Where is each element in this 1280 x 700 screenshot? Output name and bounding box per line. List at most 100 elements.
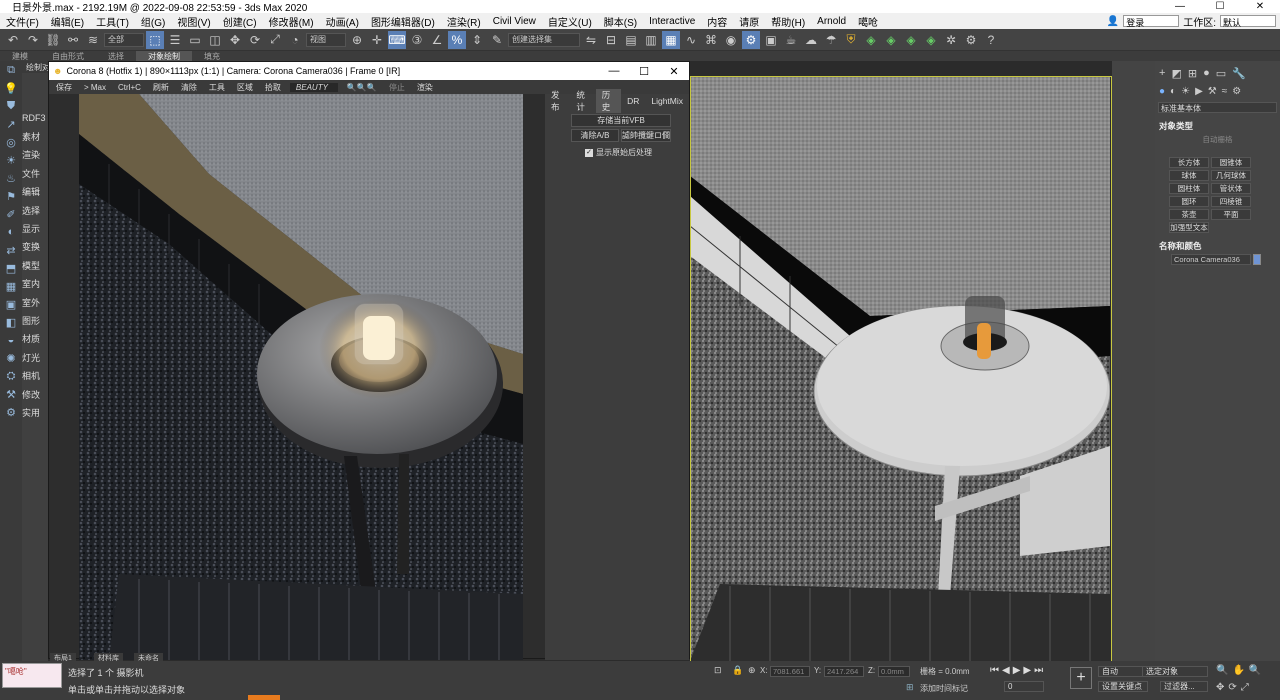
keyboard-shortcut-icon[interactable]: ⌨	[388, 30, 406, 49]
tube-button[interactable]: 管状体	[1211, 183, 1251, 194]
rect-selection-icon[interactable]: ▭	[186, 31, 204, 49]
undo-icon[interactable]: ↶	[4, 31, 22, 49]
left-item-modify[interactable]: 修改	[22, 385, 48, 403]
corona-shield-icon[interactable]: ⛨	[842, 31, 860, 49]
set-key-button[interactable]: 设置关键点	[1098, 681, 1148, 692]
light-icon-2[interactable]: ☀	[0, 151, 22, 169]
toggle-ribbon-icon[interactable]: ▦	[662, 30, 680, 49]
store-vfb-button[interactable]: 存储当前VFB	[571, 114, 671, 127]
vfb-zoom-icons[interactable]: 🔍🔍🔍	[344, 83, 380, 92]
vfb-minimize-button[interactable]: —	[599, 65, 629, 78]
move-icon[interactable]: ✥	[226, 31, 244, 49]
spacewarps-icon[interactable]: ≈	[1222, 86, 1228, 97]
material-editor-icon[interactable]: ◉	[722, 31, 740, 49]
left-item-edit[interactable]: 编辑	[22, 183, 48, 201]
menu-modifiers[interactable]: 修改器(M)	[263, 14, 320, 29]
help-icon[interactable]: ?	[982, 31, 1000, 49]
isolate-icon[interactable]: ⊡	[714, 665, 722, 676]
create-icon[interactable]: ⧉	[0, 61, 22, 79]
ribbon-tab-populate[interactable]: 填充	[192, 51, 232, 62]
vfb-clear-button[interactable]: 清除	[178, 82, 200, 93]
rendered-frame-window-icon[interactable]: ▣	[762, 31, 780, 49]
menu-tools[interactable]: 工具(T)	[90, 14, 135, 29]
edit-named-sets-icon[interactable]: ✎	[488, 31, 506, 49]
left-item-file[interactable]: 文件	[22, 164, 48, 182]
cam-icon[interactable]: ⛭	[0, 367, 22, 385]
spinner-snap-icon[interactable]: ⇕	[468, 31, 486, 49]
reference-coord-dropdown[interactable]: 视图	[306, 32, 346, 47]
vfb-tab-stats[interactable]: 统计	[570, 89, 595, 113]
percent-snap-icon[interactable]: %	[448, 30, 466, 49]
selection-filter-dropdown[interactable]: 全部	[104, 32, 144, 47]
material-icon[interactable]: ◒	[0, 331, 22, 349]
plugin-green-icon-1[interactable]: ◈	[862, 31, 880, 49]
user-icon[interactable]: 👤	[1107, 16, 1119, 27]
object-type-rollout[interactable]: 对象类型	[1155, 118, 1280, 134]
left-item-render[interactable]: 渲染	[22, 146, 48, 164]
named-selection-dropdown[interactable]: 创建选择集	[508, 32, 580, 47]
pyramid-button[interactable]: 四棱锥	[1211, 196, 1251, 207]
torus-button[interactable]: 圆环	[1169, 196, 1209, 207]
select-by-name-icon[interactable]: ☰	[166, 31, 184, 49]
place-icon[interactable]: ◔	[286, 31, 304, 49]
vfb-render-button[interactable]: 渲染	[414, 82, 436, 93]
left-item-interior[interactable]: 室内	[22, 275, 48, 293]
shape-icon[interactable]: ◧	[0, 313, 22, 331]
show-post-checkbox-row[interactable]: ✓ 显示原始后处理	[585, 147, 652, 158]
menu-scripting[interactable]: 脚本(S)	[598, 14, 643, 29]
vfb-pick-button[interactable]: 拾取	[262, 82, 284, 93]
category-dropdown[interactable]: 标准基本体	[1158, 102, 1277, 113]
menu-edit[interactable]: 编辑(E)	[45, 14, 90, 29]
left-item-exterior[interactable]: 室外	[22, 293, 48, 311]
curve-editor-icon[interactable]: ∿	[682, 31, 700, 49]
create-tab-icon[interactable]: +	[1159, 67, 1165, 80]
utilities-tab-icon[interactable]: 🔧	[1232, 67, 1246, 80]
menu-animation[interactable]: 动画(A)	[320, 14, 365, 29]
playback-controls[interactable]: ⏮◀▶▶⏭	[990, 665, 1046, 676]
modify-tab-icon[interactable]: ◩	[1171, 67, 1181, 80]
utility-icon[interactable]: ⚙	[0, 403, 22, 421]
vfb-to-max-button[interactable]: > Max	[81, 83, 109, 92]
ribbon-tab-modeling[interactable]: 建模	[0, 51, 40, 62]
angle-snap-icon[interactable]: ∠	[428, 31, 446, 49]
plugin-gear-icon[interactable]: ⚙	[962, 31, 980, 49]
interior-icon[interactable]: ▦	[0, 277, 22, 295]
left-item-select[interactable]: 选择	[22, 201, 48, 219]
autogrid-checkbox[interactable]: 自动栅格	[1155, 134, 1280, 145]
sphere-button[interactable]: 球体	[1169, 170, 1209, 181]
key-filter-dropdown[interactable]: 选定对象	[1142, 666, 1208, 677]
key-filters-button[interactable]: 过滤器...	[1160, 681, 1208, 692]
clear-ab-button[interactable]: 清除A/B	[571, 129, 619, 142]
maxscript-listener[interactable]: "噶呛"	[2, 663, 62, 688]
edit-icon[interactable]: ✐	[0, 205, 22, 223]
ribbon-tab-selection[interactable]: 选择	[96, 51, 136, 62]
layer-explorer-icon[interactable]: ▤	[622, 31, 640, 49]
rotate-icon[interactable]: ⟳	[246, 31, 264, 49]
vfb-stop-button[interactable]: 停止	[386, 82, 408, 93]
render-production-icon[interactable]: ☕	[782, 31, 800, 49]
hierarchy-tab-icon[interactable]: ⊞	[1188, 67, 1197, 80]
left-item-camera[interactable]: 相机	[22, 366, 48, 384]
motion-tab-icon[interactable]: ●	[1203, 67, 1210, 80]
left-item-rdf3[interactable]: RDF3	[22, 109, 48, 127]
arrow-icon[interactable]: ↗	[0, 115, 22, 133]
nav-orbit-icons[interactable]: ✥⟳⤢	[1216, 682, 1253, 693]
menu-help[interactable]: 帮助(H)	[765, 14, 811, 29]
left-item-model[interactable]: 模型	[22, 256, 48, 274]
vfb-tab-lightmix[interactable]: LightMix	[645, 96, 689, 106]
lights-icon[interactable]: ☀	[1181, 86, 1190, 97]
left-item-shape[interactable]: 图形	[22, 311, 48, 329]
lock-icon[interactable]: 🔒	[732, 665, 743, 676]
ribbon-tab-object-paint[interactable]: 对象绘制	[136, 50, 192, 62]
geometry-icon[interactable]: ●	[1159, 86, 1165, 97]
bind-spacewarp-icon[interactable]: ≋	[84, 31, 102, 49]
box-button[interactable]: 长方体	[1169, 157, 1209, 168]
link-icon[interactable]: ⛓	[44, 31, 62, 49]
mirror-icon[interactable]: ⇋	[582, 31, 600, 49]
systems-icon[interactable]: ⚙	[1232, 86, 1241, 97]
scale-icon[interactable]: ⤢	[266, 31, 284, 49]
menu-plugin[interactable]: 请原	[733, 14, 765, 29]
vfb-save-button[interactable]: 保存	[53, 82, 75, 93]
menu-civil-view[interactable]: Civil View	[487, 16, 542, 27]
model-icon[interactable]: ⬒	[0, 259, 22, 277]
